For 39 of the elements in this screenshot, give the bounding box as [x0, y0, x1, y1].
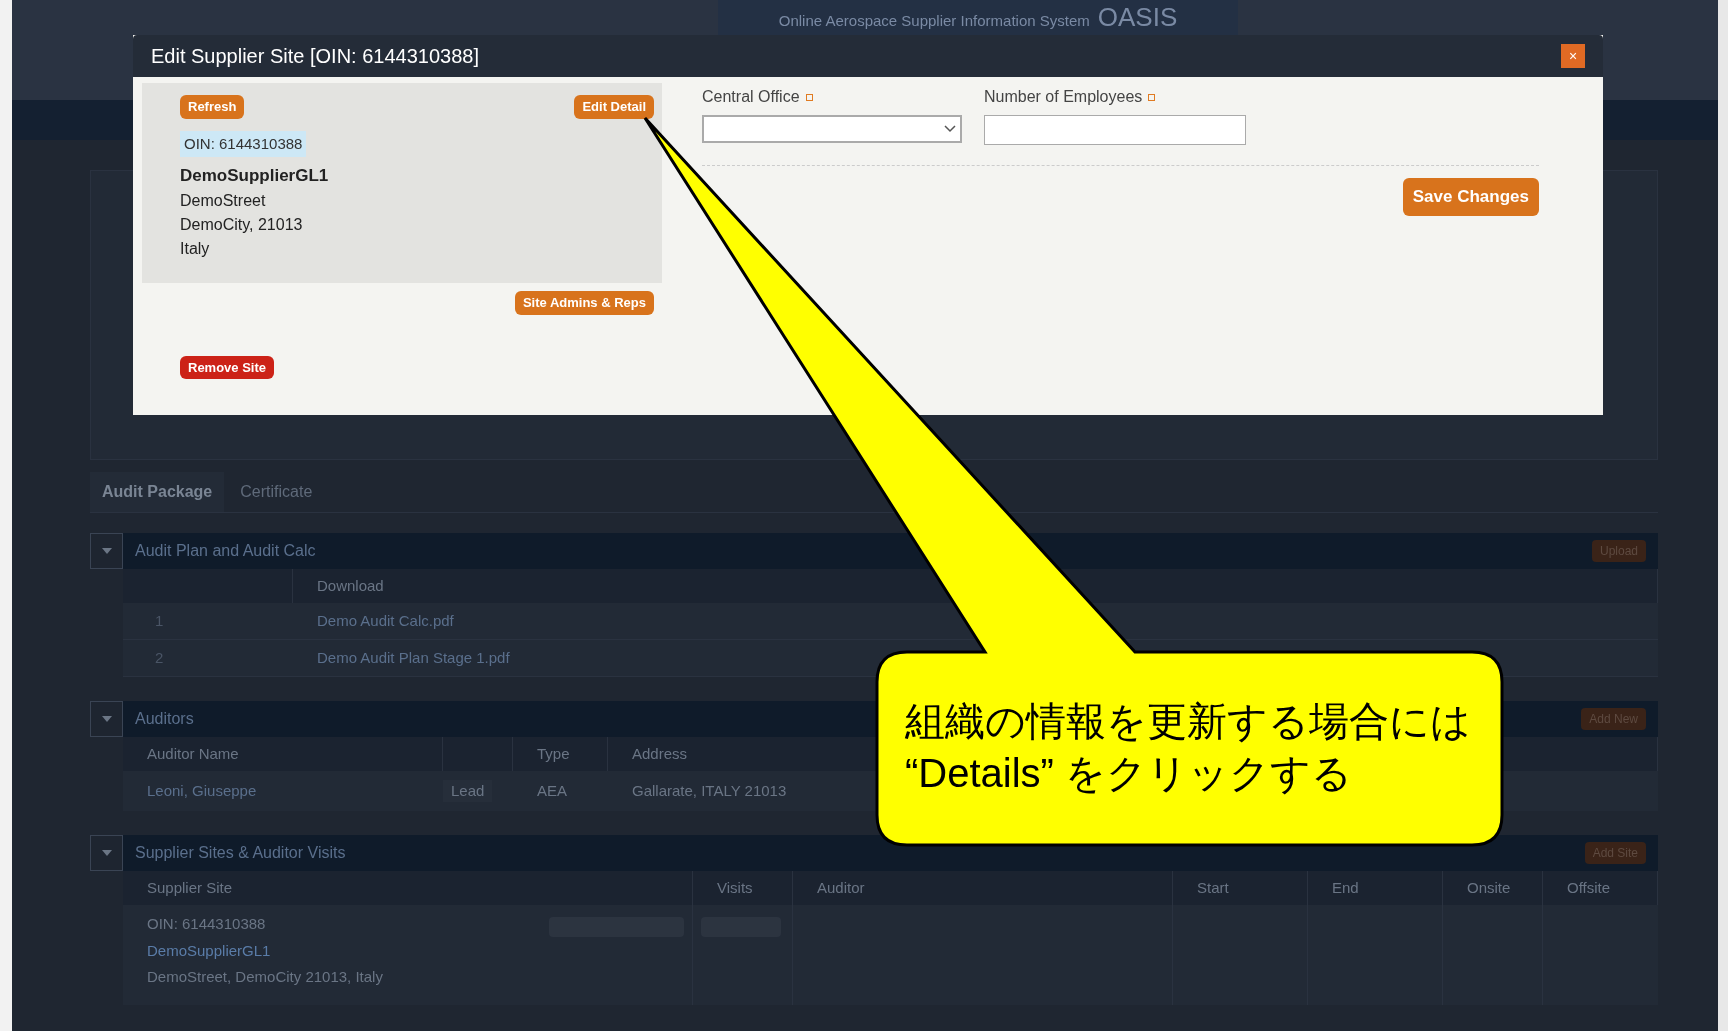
collapse-toggle[interactable]	[90, 701, 123, 737]
logo-text: OASIS	[1097, 2, 1178, 32]
field-label: Central Office	[702, 87, 800, 107]
address-line: DemoStreet	[180, 190, 267, 211]
collapse-toggle[interactable]	[90, 533, 123, 569]
scrollbar-track[interactable]	[1718, 0, 1728, 1031]
file-link[interactable]: Demo Audit Calc.pdf	[317, 609, 454, 633]
site-admins-button[interactable]: Site Admins & Reps	[514, 291, 654, 315]
address-line: Italy	[180, 238, 211, 259]
section-title: Supplier Sites & Auditor Visits	[135, 843, 346, 863]
section-title: Auditors	[135, 709, 194, 729]
role-tag: Lead	[443, 779, 493, 803]
system-title: Online Aerospace Supplier Information System	[778, 11, 1090, 30]
address-line: DemoCity, 21013	[180, 214, 304, 235]
tab[interactable]: Audit Package	[90, 472, 225, 512]
supplier-link[interactable]: DemoSupplierGL1	[147, 939, 271, 962]
close-button[interactable]: ×	[1561, 44, 1585, 68]
central-office-select[interactable]	[702, 115, 962, 143]
modal-title: Edit Supplier Site [OIN: 6144310388]	[151, 44, 479, 69]
caret-icon	[101, 716, 112, 722]
oin-label: OIN: 6144310388	[180, 130, 307, 157]
auditor-name-link[interactable]: Leoni, Giuseppe	[147, 779, 257, 803]
address-text: DemoStreet, DemoCity 21013, Italy	[147, 967, 383, 987]
table-cell-text: Gallarate, ITALY 21013	[632, 780, 787, 801]
refresh-button[interactable]: Refresh	[180, 95, 245, 119]
save-changes-button[interactable]: Save Changes	[1402, 178, 1539, 216]
caret-icon	[101, 850, 112, 856]
collapse-toggle[interactable]	[90, 835, 123, 871]
section-title: Audit Plan and Audit Calc	[135, 541, 316, 561]
chevron-down-icon	[944, 125, 956, 133]
remove-site-button[interactable]: Remove Site	[180, 355, 275, 379]
file-link[interactable]: Demo Audit Plan Stage 1.pdf	[317, 646, 510, 670]
employees-input[interactable]	[984, 115, 1246, 145]
field-label: Number of Employees	[984, 87, 1143, 107]
oin-label: OIN: 6144310388	[147, 914, 266, 934]
edit-detail-button[interactable]: Edit Detail	[574, 95, 654, 119]
supplier-name: DemoSupplierGL1	[180, 165, 330, 187]
caret-icon	[101, 548, 112, 554]
table-cell-text: AEA	[537, 780, 567, 801]
